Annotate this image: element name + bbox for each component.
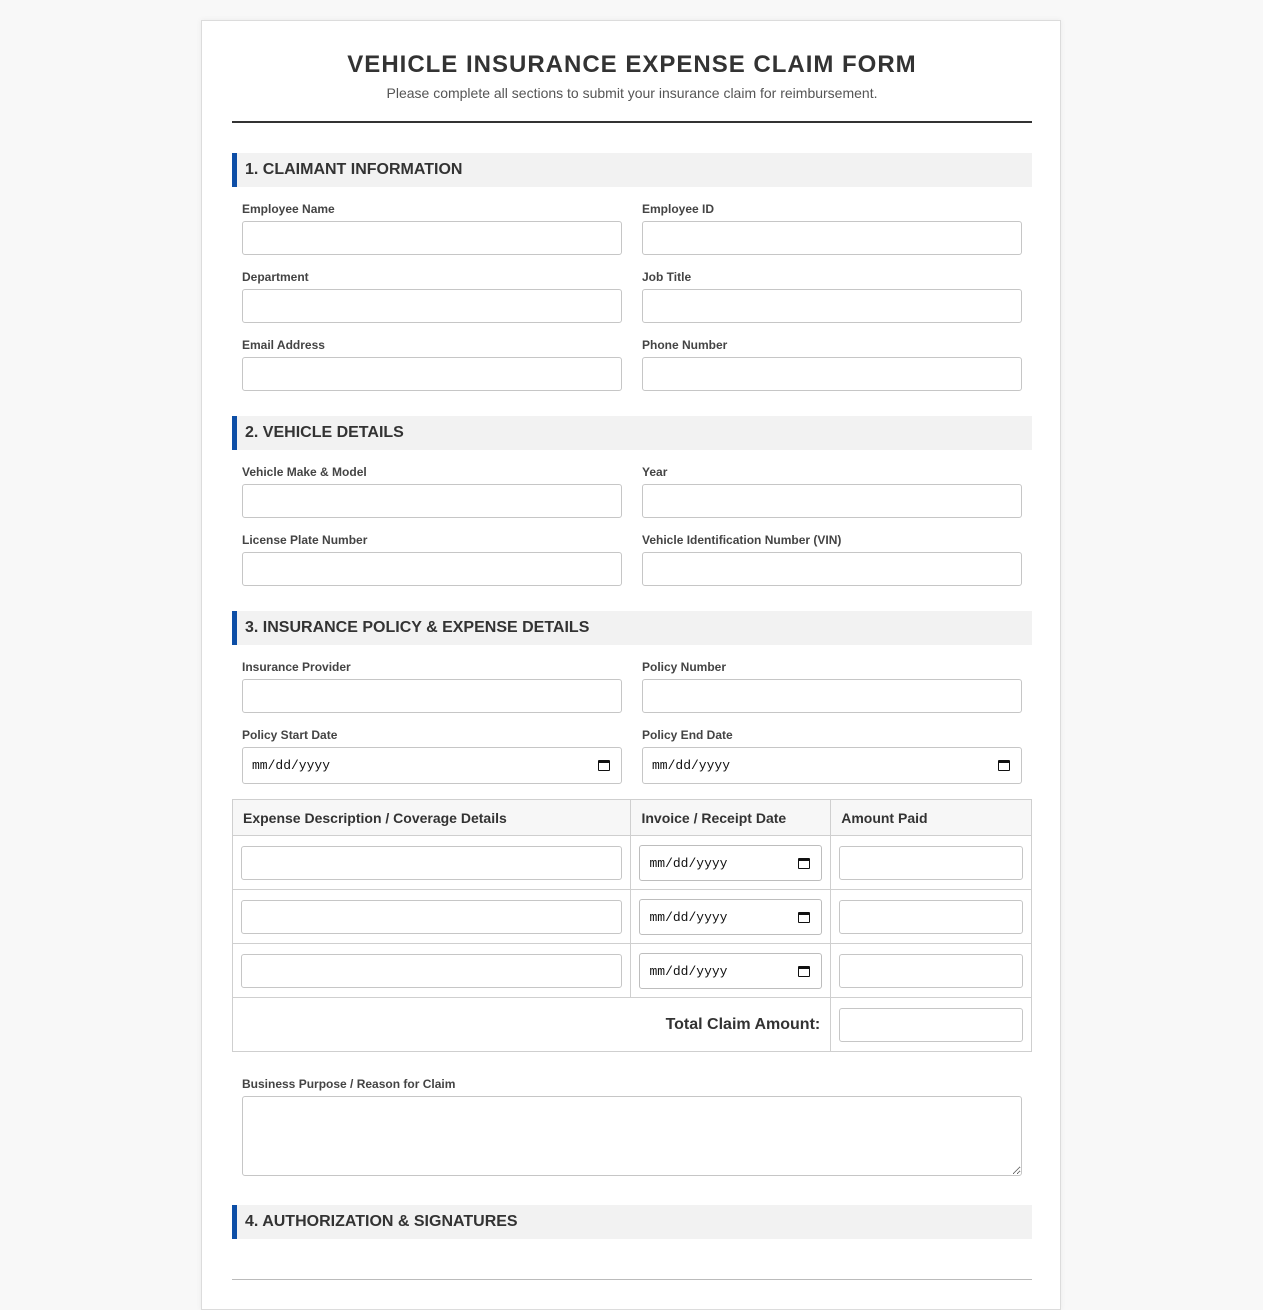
calendar-icon[interactable] [798, 911, 811, 923]
start-date-label: Policy Start Date [242, 728, 338, 742]
license-plate-field: License Plate Number [242, 518, 622, 586]
date-placeholder: mm/dd/yyyy [649, 909, 728, 925]
signature-divider [232, 1279, 1032, 1280]
vin-input[interactable] [642, 552, 1022, 586]
email-input[interactable] [242, 357, 622, 391]
section-heading-vehicle: 2. VEHICLE DETAILS [232, 416, 1032, 450]
calendar-icon[interactable] [998, 760, 1010, 771]
email-label: Email Address [242, 338, 325, 352]
employee-name-label: Employee Name [242, 202, 335, 216]
end-date-label: Policy End Date [642, 728, 733, 742]
date-placeholder: mm/dd/yyyy [652, 758, 731, 773]
header-amount: Amount Paid [830, 799, 1032, 836]
policy-fields: Insurance Provider Policy Number Policy … [232, 645, 1032, 799]
section-heading-authorization: 4. AUTHORIZATION & SIGNATURES [232, 1205, 1032, 1239]
expense-description-input[interactable] [241, 899, 623, 934]
vin-label: Vehicle Identification Number (VIN) [642, 533, 842, 547]
receipt-date-input[interactable]: mm/dd/yyyy [639, 952, 823, 989]
amount-paid-input[interactable] [839, 845, 1023, 880]
phone-input[interactable] [642, 357, 1022, 391]
table-row: mm/dd/yyyy [231, 943, 1032, 998]
make-model-label: Vehicle Make & Model [242, 465, 367, 479]
year-field: Year [642, 450, 1022, 518]
employee-id-field: Employee ID [642, 187, 1022, 255]
receipt-date-input[interactable]: mm/dd/yyyy [639, 898, 823, 935]
phone-label: Phone Number [642, 338, 728, 352]
license-plate-input[interactable] [242, 552, 622, 586]
department-input[interactable] [242, 289, 622, 323]
phone-field: Phone Number [642, 323, 1022, 391]
calendar-icon[interactable] [798, 965, 811, 977]
license-plate-label: License Plate Number [242, 533, 368, 547]
employee-id-input[interactable] [642, 221, 1022, 255]
table-row: mm/dd/yyyy [231, 889, 1032, 944]
table-row: mm/dd/yyyy [231, 835, 1032, 890]
amount-paid-input[interactable] [839, 953, 1023, 988]
provider-input[interactable] [242, 679, 622, 713]
header-description: Expense Description / Coverage Details [231, 799, 632, 836]
date-placeholder: mm/dd/yyyy [649, 855, 728, 871]
expense-description-input[interactable] [241, 953, 623, 988]
job-title-input[interactable] [642, 289, 1022, 323]
year-label: Year [642, 465, 668, 479]
year-input[interactable] [642, 484, 1022, 518]
table-header-row: Expense Description / Coverage Details I… [231, 799, 1032, 836]
start-date-field: Policy Start Date mm/dd/yyyy [242, 713, 622, 799]
email-field: Email Address [242, 323, 622, 391]
calendar-icon[interactable] [798, 857, 811, 869]
calendar-icon[interactable] [598, 760, 610, 771]
employee-name-input[interactable] [242, 221, 622, 255]
total-claim-label: Total Claim Amount: [231, 997, 832, 1052]
provider-field: Insurance Provider [242, 645, 622, 713]
start-date-input[interactable]: mm/dd/yyyy [242, 747, 622, 784]
date-placeholder: mm/dd/yyyy [252, 758, 331, 773]
form-page: VEHICLE INSURANCE EXPENSE CLAIM FORM Ple… [201, 20, 1061, 1310]
job-title-label: Job Title [642, 270, 692, 284]
claimant-fields: Employee Name Employee ID Department Job… [232, 187, 1032, 391]
section-heading-claimant: 1. CLAIMANT INFORMATION [232, 153, 1032, 187]
expense-description-input[interactable] [241, 845, 623, 880]
end-date-input[interactable]: mm/dd/yyyy [642, 747, 1022, 784]
form-subtitle: Please complete all sections to submit y… [386, 85, 878, 101]
purpose-textarea[interactable] [242, 1096, 1022, 1176]
expense-table: Expense Description / Coverage Details I… [231, 799, 1032, 1052]
total-claim-input[interactable] [839, 1007, 1023, 1042]
make-model-field: Vehicle Make & Model [242, 450, 622, 518]
amount-paid-input[interactable] [839, 899, 1023, 934]
policy-number-field: Policy Number [642, 645, 1022, 713]
form-title: VEHICLE INSURANCE EXPENSE CLAIM FORM [347, 51, 917, 78]
employee-name-field: Employee Name [242, 187, 622, 255]
department-field: Department [242, 255, 622, 323]
make-model-input[interactable] [242, 484, 622, 518]
vehicle-fields: Vehicle Make & Model Year License Plate … [232, 450, 1032, 586]
end-date-field: Policy End Date mm/dd/yyyy [642, 713, 1022, 799]
provider-label: Insurance Provider [242, 660, 351, 674]
policy-number-input[interactable] [642, 679, 1022, 713]
date-placeholder: mm/dd/yyyy [649, 963, 728, 979]
receipt-date-input[interactable]: mm/dd/yyyy [639, 844, 823, 881]
header-date: Invoice / Receipt Date [630, 799, 832, 836]
employee-id-label: Employee ID [642, 202, 715, 216]
total-row: Total Claim Amount: [231, 997, 1032, 1052]
policy-number-label: Policy Number [642, 660, 727, 674]
form-content: VEHICLE INSURANCE EXPENSE CLAIM FORM Ple… [231, 21, 1032, 1280]
vin-field: Vehicle Identification Number (VIN) [642, 518, 1022, 586]
purpose-label: Business Purpose / Reason for Claim [242, 1077, 456, 1091]
job-title-field: Job Title [642, 255, 1022, 323]
department-label: Department [242, 270, 309, 284]
section-heading-policy: 3. INSURANCE POLICY & EXPENSE DETAILS [232, 611, 1032, 645]
